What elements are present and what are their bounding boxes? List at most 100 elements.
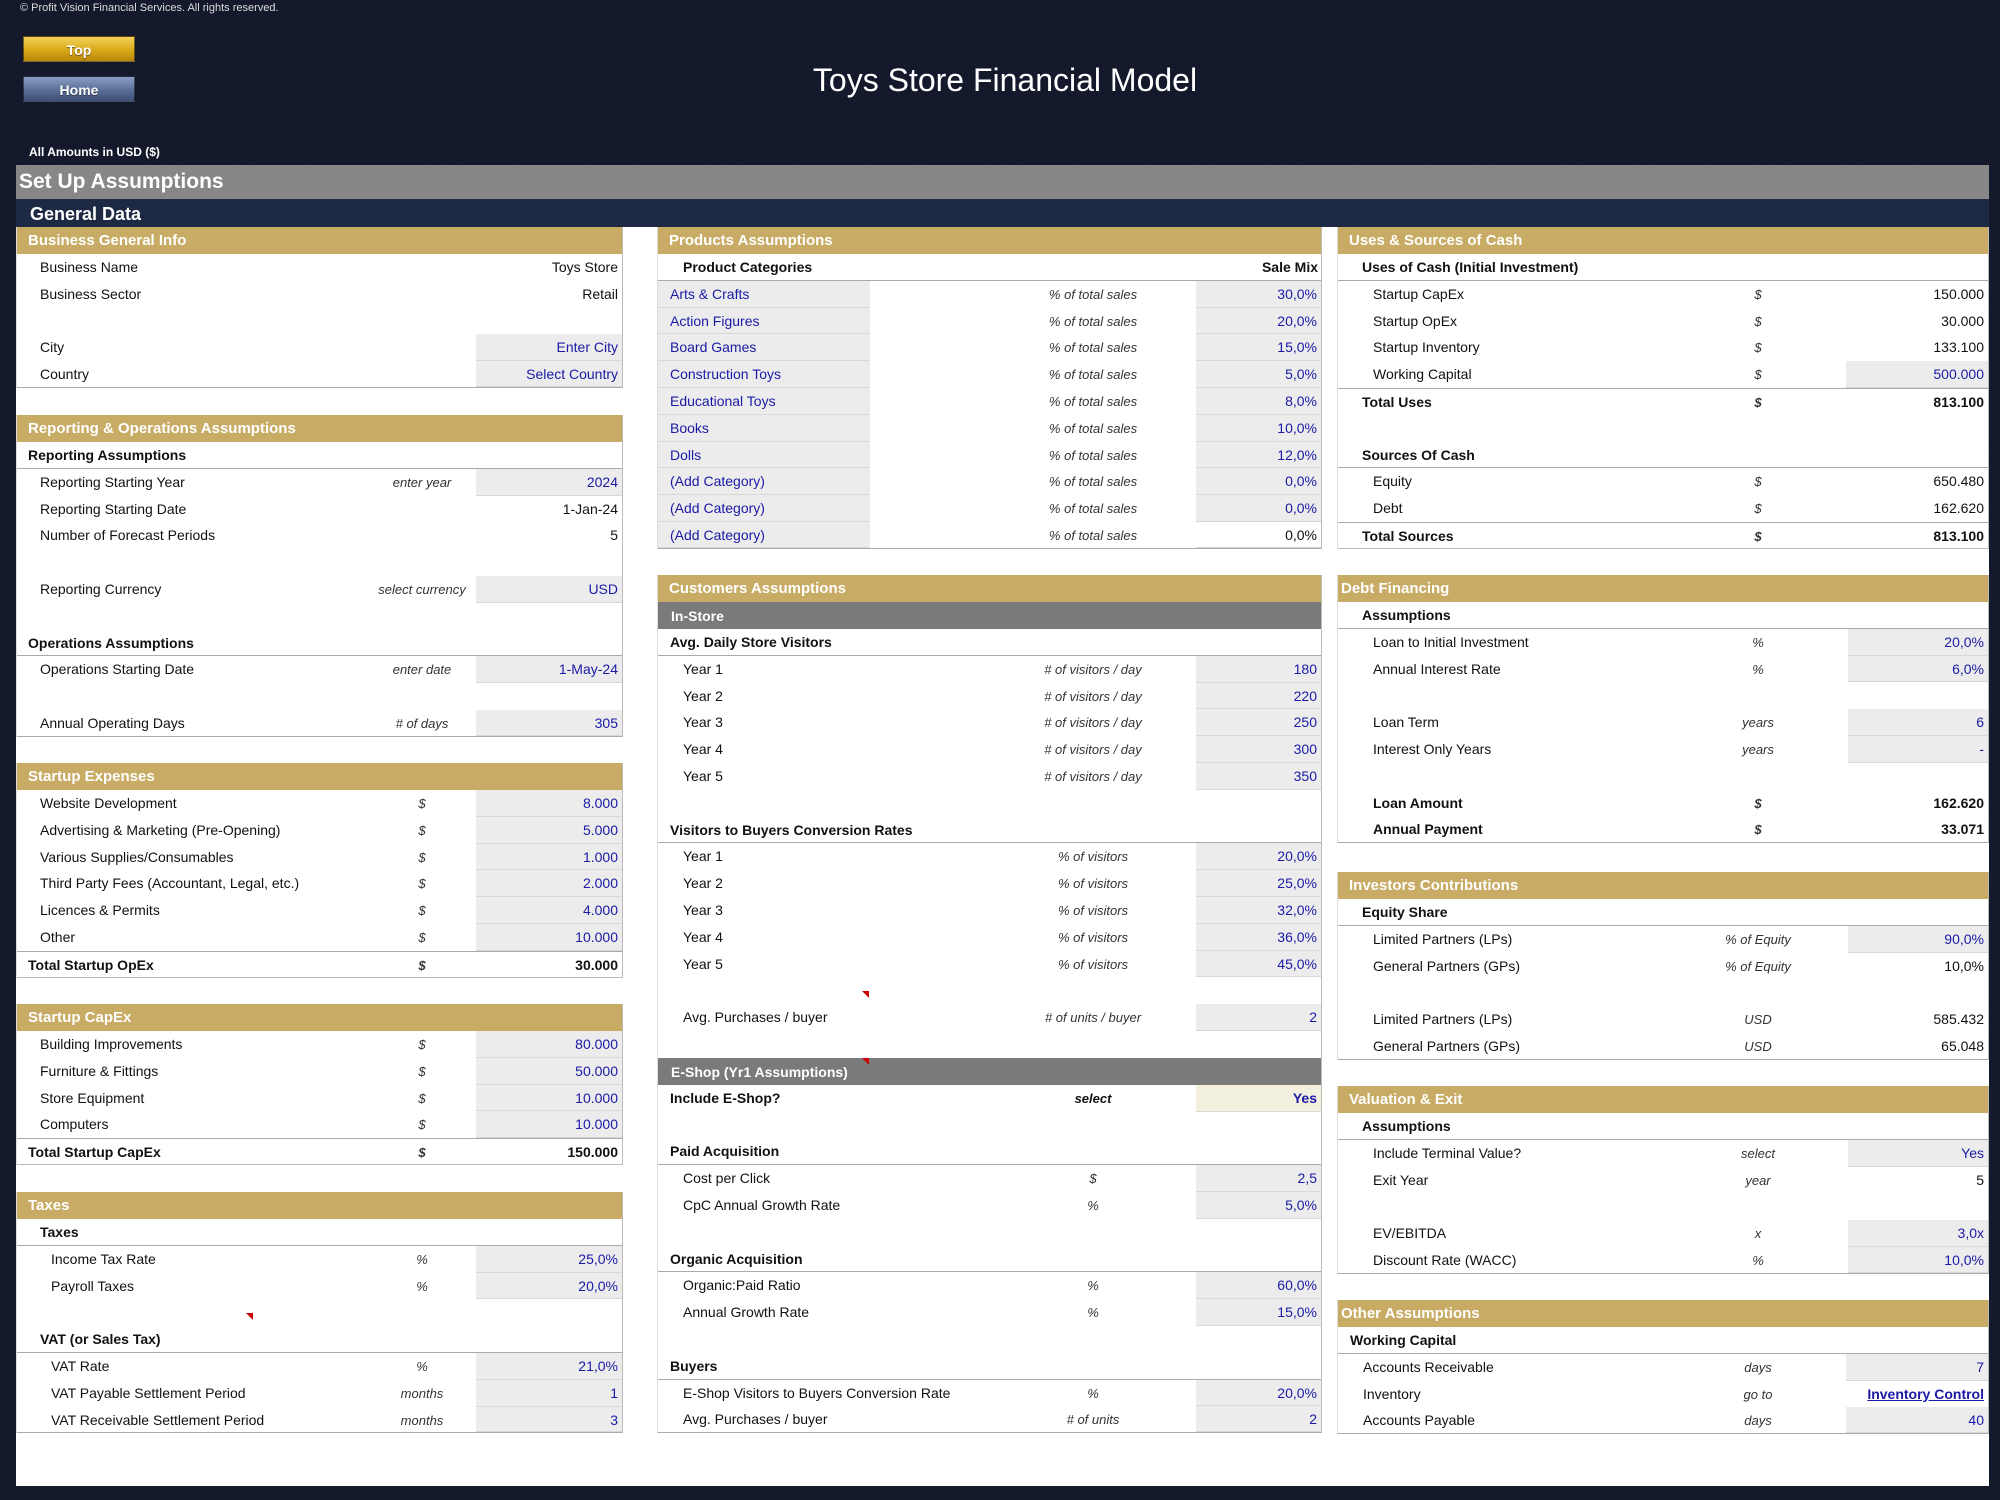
unit-hint: % (1752, 634, 1764, 650)
category-row: Educational Toys % of total sales 8,0% (658, 387, 1321, 415)
interest-rate-input[interactable]: 6,0% (1848, 655, 1988, 683)
city-input[interactable]: Enter City (476, 334, 622, 362)
sale-mix-input[interactable]: 15,0% (1196, 334, 1321, 362)
capex-input[interactable]: 80.000 (476, 1031, 622, 1058)
category-name-input[interactable]: Action Figures (670, 313, 759, 329)
starting-year-input[interactable]: 2024 (476, 468, 622, 496)
conversion-input[interactable]: 20,0% (1196, 843, 1321, 871)
row-label: Reporting Starting Date (40, 500, 187, 517)
inventory-control-link[interactable]: Inventory Control (1846, 1381, 1988, 1408)
organic-ratio-row: Organic:Paid Ratio % 60,0% (658, 1272, 1321, 1300)
category-name-input[interactable]: (Add Category) (670, 527, 765, 543)
group-label: Avg. Daily Store Visitors (670, 634, 832, 650)
sale-mix-input[interactable]: 12,0% (1196, 441, 1321, 469)
expense-input[interactable]: 8.000 (476, 790, 622, 817)
working-capital-input[interactable]: 500.000 (1846, 361, 1988, 388)
category-name-input[interactable]: Board Games (670, 339, 756, 355)
capex-input[interactable]: 10.000 (476, 1084, 622, 1112)
eshop-conversion-input[interactable]: 20,0% (1196, 1379, 1321, 1407)
wacc-row: Discount Rate (WACC) % 10,0% (1338, 1246, 1988, 1274)
expense-input[interactable]: 5.000 (476, 816, 622, 844)
sale-mix-input[interactable]: 20,0% (1196, 307, 1321, 335)
income-tax-input[interactable]: 25,0% (476, 1245, 622, 1273)
payroll-tax-input[interactable]: 20,0% (476, 1272, 622, 1300)
wacc-input[interactable]: 10,0% (1848, 1246, 1988, 1273)
group-label: VAT (or Sales Tax) (40, 1331, 161, 1348)
sale-mix-input[interactable]: 0,0% (1196, 521, 1321, 548)
sale-mix-input[interactable]: 10,0% (1196, 414, 1321, 442)
accounts-payable-input[interactable]: 40 (1846, 1407, 1988, 1434)
unit-hint: select (1741, 1145, 1775, 1161)
cpc-growth-input[interactable]: 5,0% (1196, 1191, 1321, 1219)
operating-days-input[interactable]: 305 (476, 709, 622, 736)
expense-input[interactable]: 10.000 (476, 923, 622, 951)
terminal-value-select[interactable]: Yes (1848, 1139, 1988, 1167)
category-name-input[interactable]: Construction Toys (670, 366, 781, 382)
category-name-input[interactable]: Dolls (670, 447, 701, 463)
section-header: Customers Assumptions (658, 575, 1321, 602)
visitors-input[interactable]: 220 (1196, 682, 1321, 710)
conversion-input[interactable]: 45,0% (1196, 950, 1321, 978)
business-sector-value[interactable]: Retail (422, 281, 622, 308)
expense-input[interactable]: 1.000 (476, 843, 622, 871)
ev-ebitda-input[interactable]: 3,0x (1848, 1220, 1988, 1247)
sale-mix-input[interactable]: 0,0% (1196, 468, 1321, 496)
comment-indicator-icon[interactable] (862, 991, 869, 999)
page-title: Toys Store Financial Model (812, 62, 1198, 98)
row-label: CpC Annual Growth Rate (683, 1196, 841, 1213)
sale-mix-input[interactable]: 0,0% (1196, 495, 1321, 522)
visitors-input[interactable]: 300 (1196, 736, 1321, 763)
unit-hint: go to (1743, 1386, 1773, 1402)
category-name-input[interactable]: (Add Category) (670, 500, 765, 516)
organic-growth-row: Annual Growth Rate % 15,0% (658, 1299, 1321, 1326)
sale-mix-input[interactable]: 5,0% (1196, 361, 1321, 388)
country-select[interactable]: Select Country (476, 361, 622, 387)
comment-indicator-icon[interactable] (862, 1057, 869, 1065)
annual-payment-row: Annual Payment $ 33.071 (1338, 816, 1988, 844)
equity-share-group: Equity Share (1338, 899, 1988, 926)
payroll-tax-row: Payroll Taxes % 20,0% (17, 1272, 622, 1300)
valuation-exit-section: Valuation & Exit Assumptions Include Ter… (1337, 1086, 1989, 1274)
cpc-input[interactable]: 2,5 (1196, 1165, 1321, 1192)
unit-hint: years (1742, 741, 1774, 757)
vat-payable-input[interactable]: 1 (476, 1379, 622, 1407)
comment-indicator-icon[interactable] (246, 1313, 253, 1321)
category-name-input[interactable]: Arts & Crafts (670, 286, 749, 302)
lp-pct-input[interactable]: 90,0% (1848, 925, 1988, 953)
interest-only-input[interactable]: - (1848, 735, 1988, 763)
avg-purchases-input[interactable]: 2 (1196, 1004, 1321, 1031)
vat-rate-input[interactable]: 21,0% (476, 1352, 622, 1380)
row-label: Accounts Payable (1363, 1412, 1476, 1429)
capex-input[interactable]: 10.000 (476, 1111, 622, 1139)
sale-mix-input[interactable]: 8,0% (1196, 387, 1321, 415)
top-button[interactable]: Top (23, 36, 135, 62)
loan-term-input[interactable]: 6 (1848, 709, 1988, 736)
conversion-input[interactable]: 25,0% (1196, 870, 1321, 897)
category-name-input[interactable]: (Add Category) (670, 473, 765, 489)
capex-input[interactable]: 50.000 (476, 1057, 622, 1085)
category-name-input[interactable]: Books (670, 420, 709, 436)
vat-receivable-input[interactable]: 3 (476, 1406, 622, 1433)
visitors-input[interactable]: 350 (1196, 762, 1321, 790)
conversion-input[interactable]: 36,0% (1196, 923, 1321, 951)
capex-row: Building Improvements $ 80.000 (17, 1031, 622, 1058)
category-name-input[interactable]: Educational Toys (670, 393, 776, 409)
operations-start-input[interactable]: 1-May-24 (476, 656, 622, 684)
expense-input[interactable]: 2.000 (476, 870, 622, 898)
visitors-input[interactable]: 180 (1196, 655, 1321, 683)
eshop-purchases-input[interactable]: 2 (1196, 1406, 1321, 1433)
visitors-input[interactable]: 250 (1196, 709, 1321, 737)
expense-input[interactable]: 4.000 (476, 897, 622, 924)
conversion-input[interactable]: 32,0% (1196, 896, 1321, 924)
currency-select[interactable]: USD (476, 575, 622, 603)
organic-growth-input[interactable]: 15,0% (1196, 1299, 1321, 1326)
accounts-receivable-input[interactable]: 7 (1846, 1353, 1988, 1381)
section-header: Debt Financing (1338, 575, 1988, 602)
business-name-value[interactable]: Toys Store (422, 254, 622, 281)
include-eshop-select[interactable]: Yes (1196, 1084, 1321, 1112)
sale-mix-input[interactable]: 30,0% (1196, 280, 1321, 308)
loan-to-investment-input[interactable]: 20,0% (1848, 628, 1988, 656)
organic-ratio-input[interactable]: 60,0% (1196, 1272, 1321, 1300)
group-label: Organic Acquisition (670, 1250, 803, 1267)
accounts-payable-row: Accounts Payable days 40 (1338, 1407, 1988, 1435)
